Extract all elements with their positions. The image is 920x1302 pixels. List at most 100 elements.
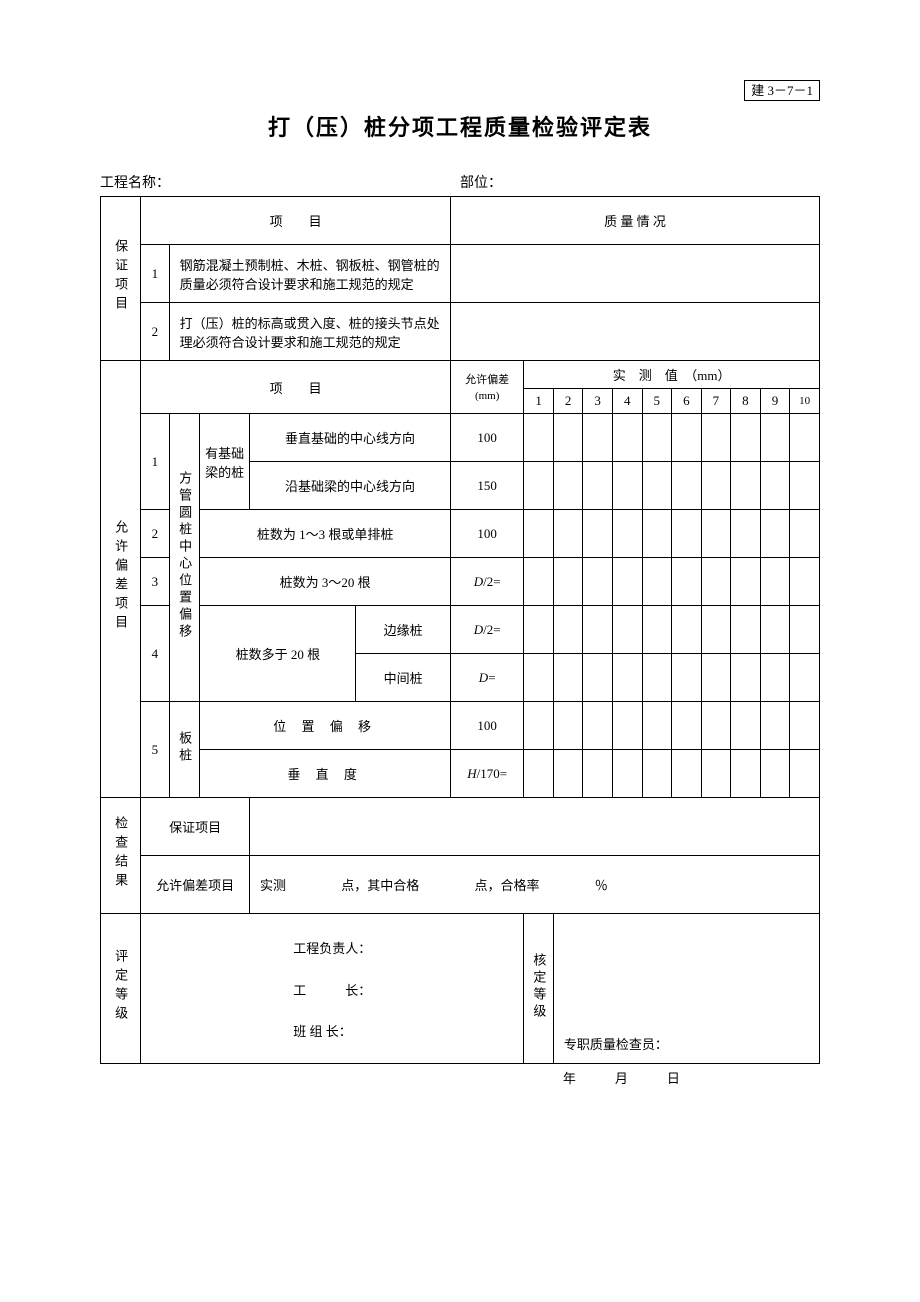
cell[interactable] (553, 558, 583, 606)
cell[interactable] (790, 606, 820, 654)
deviation-col-tolerance: 允许偏差 (mm) (451, 361, 524, 414)
cell[interactable] (524, 462, 554, 510)
cell[interactable] (524, 702, 554, 750)
date-row[interactable]: 年 月 日 (524, 1064, 820, 1092)
cell[interactable] (524, 414, 554, 462)
inspector-cell[interactable]: 专职质量检查员： (553, 914, 819, 1064)
cell[interactable] (642, 606, 672, 654)
cell[interactable] (790, 750, 820, 798)
cell[interactable] (612, 654, 642, 702)
cell[interactable] (672, 702, 702, 750)
cell[interactable] (583, 750, 613, 798)
cell[interactable] (672, 558, 702, 606)
cell[interactable] (642, 558, 672, 606)
guarantee-section-label: 保证项目 (101, 197, 141, 361)
cell[interactable] (790, 558, 820, 606)
dev-row-4-text: 桩数多于 20 根 (200, 606, 356, 702)
cell[interactable] (553, 606, 583, 654)
cell[interactable] (553, 654, 583, 702)
cell[interactable] (701, 702, 731, 750)
cell[interactable] (612, 558, 642, 606)
cell[interactable] (731, 462, 761, 510)
cell[interactable] (553, 510, 583, 558)
cell[interactable] (760, 702, 790, 750)
cell[interactable] (524, 606, 554, 654)
cell[interactable] (701, 750, 731, 798)
cell[interactable] (790, 654, 820, 702)
cell[interactable] (701, 414, 731, 462)
cell[interactable] (701, 462, 731, 510)
cell[interactable] (672, 654, 702, 702)
cell[interactable] (612, 510, 642, 558)
cell[interactable] (612, 702, 642, 750)
check-row2-value[interactable]: 实测 点，其中合格 点，合格率 ％ (249, 856, 819, 914)
cell[interactable] (553, 414, 583, 462)
cell[interactable] (612, 462, 642, 510)
cell[interactable] (731, 702, 761, 750)
cell[interactable] (760, 750, 790, 798)
cell[interactable] (672, 414, 702, 462)
cell[interactable] (760, 462, 790, 510)
cell[interactable] (583, 462, 613, 510)
eval-section-label: 评定等级 (101, 914, 141, 1064)
cell[interactable] (790, 702, 820, 750)
cell[interactable] (524, 510, 554, 558)
cell[interactable] (701, 558, 731, 606)
dev-row-4b-sub: 中间桩 (356, 654, 451, 702)
cell[interactable] (731, 654, 761, 702)
cell[interactable] (642, 462, 672, 510)
cell[interactable] (553, 462, 583, 510)
cell[interactable] (760, 558, 790, 606)
cell[interactable] (760, 606, 790, 654)
cell[interactable] (701, 510, 731, 558)
cell[interactable] (524, 558, 554, 606)
cell[interactable] (524, 654, 554, 702)
dev-row-1-sublabel: 有基础梁的桩 (200, 414, 250, 510)
cell[interactable] (642, 414, 672, 462)
cell[interactable] (583, 654, 613, 702)
check-row1-value[interactable] (249, 798, 819, 856)
cell[interactable] (583, 510, 613, 558)
cell[interactable] (731, 606, 761, 654)
dev-group-label: 方管圆桩中心位置偏移 (169, 414, 200, 702)
cell[interactable] (642, 510, 672, 558)
cell[interactable] (790, 510, 820, 558)
cell[interactable] (553, 750, 583, 798)
cell[interactable] (642, 654, 672, 702)
cell[interactable] (612, 606, 642, 654)
page-title: 打（压）桩分项工程质量检验评定表 (100, 110, 820, 142)
cell[interactable] (553, 702, 583, 750)
cell[interactable] (790, 462, 820, 510)
eval-sign-block[interactable]: 工程负责人： 工 长： 班 组 长： (141, 914, 524, 1064)
guarantee-row-1-no: 1 (141, 245, 169, 303)
cell[interactable] (583, 606, 613, 654)
dev-row-1a-tol: 100 (451, 414, 524, 462)
cell[interactable] (701, 654, 731, 702)
cell[interactable] (731, 558, 761, 606)
cell[interactable] (731, 414, 761, 462)
cell[interactable] (790, 414, 820, 462)
cell[interactable] (731, 750, 761, 798)
cell[interactable] (672, 462, 702, 510)
cell[interactable] (760, 654, 790, 702)
cell[interactable] (612, 750, 642, 798)
cell[interactable] (731, 510, 761, 558)
dev-row-3-text: 桩数为 3～20 根 (200, 558, 451, 606)
dev-row-4a-sub: 边缘桩 (356, 606, 451, 654)
cell[interactable] (672, 750, 702, 798)
guarantee-row-1-value[interactable] (451, 245, 820, 303)
cell[interactable] (583, 702, 613, 750)
cell[interactable] (642, 702, 672, 750)
cell[interactable] (642, 750, 672, 798)
cell[interactable] (760, 414, 790, 462)
cell[interactable] (672, 510, 702, 558)
cell[interactable] (701, 606, 731, 654)
cell[interactable] (760, 510, 790, 558)
guarantee-row-2-value[interactable] (451, 303, 820, 361)
cell[interactable] (672, 606, 702, 654)
verify-label: 核定等级 (524, 914, 554, 1064)
cell[interactable] (612, 414, 642, 462)
cell[interactable] (583, 558, 613, 606)
cell[interactable] (524, 750, 554, 798)
cell[interactable] (583, 414, 613, 462)
